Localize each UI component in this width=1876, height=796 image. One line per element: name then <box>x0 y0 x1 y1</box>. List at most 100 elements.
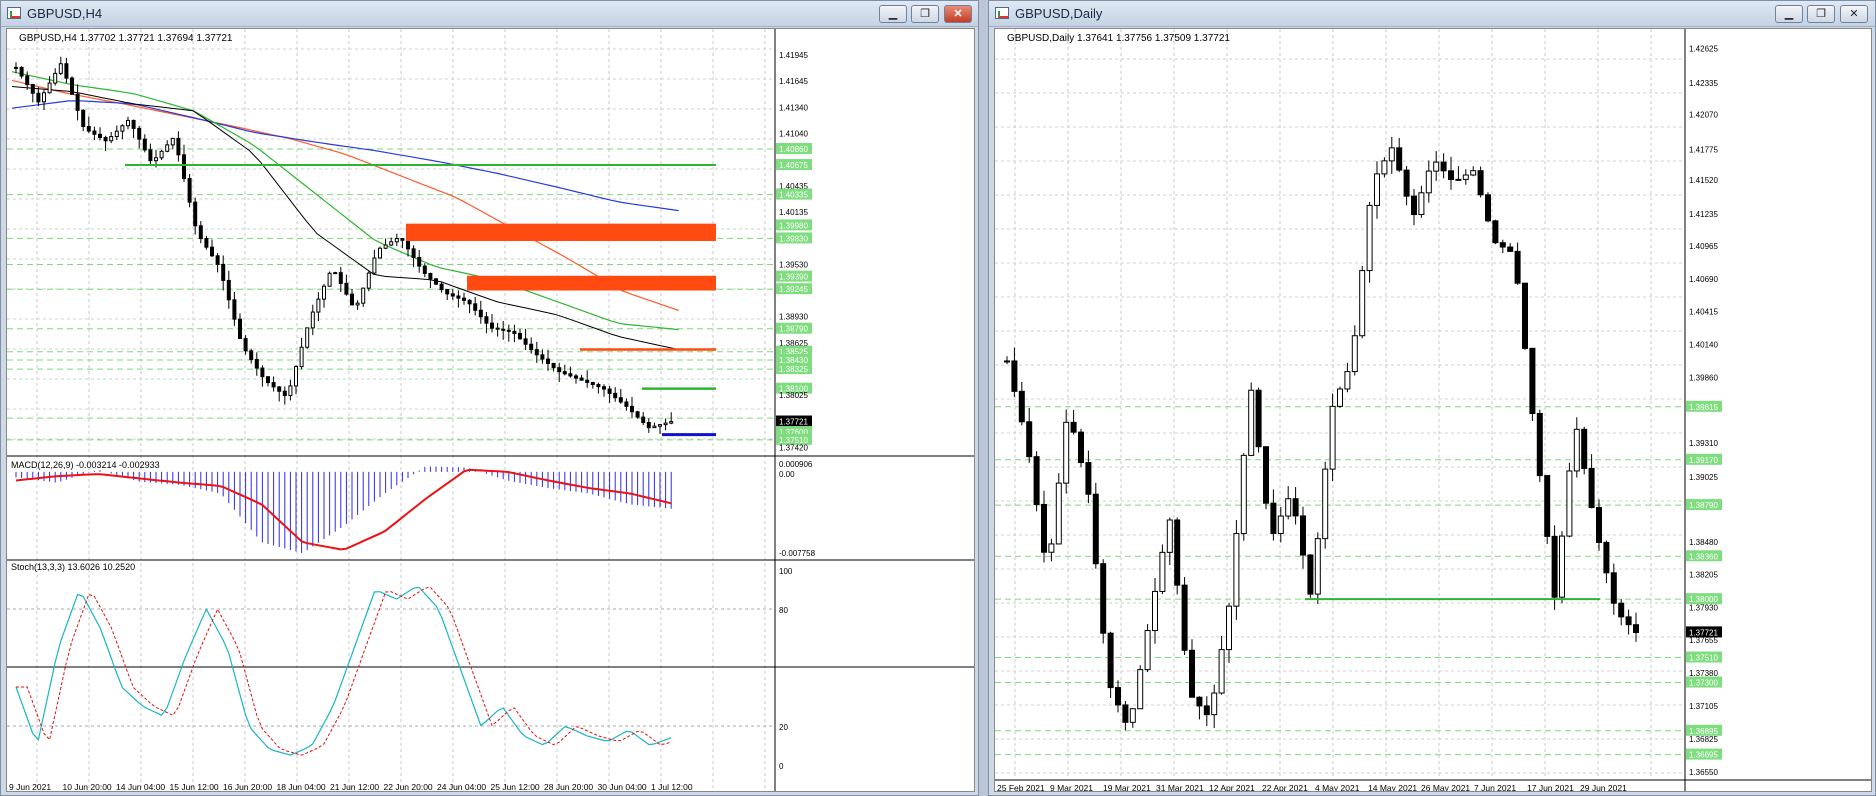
price-label: 1.42070 <box>1689 110 1718 119</box>
candle <box>142 138 147 151</box>
candle <box>467 299 472 305</box>
candle <box>282 390 287 397</box>
candle <box>58 63 63 74</box>
candle <box>148 149 153 162</box>
candle <box>355 302 360 306</box>
candle <box>344 282 349 295</box>
candle <box>154 157 158 162</box>
candle <box>1337 388 1343 407</box>
macd-axis-label: 0.00 <box>779 470 795 479</box>
candle <box>316 298 321 313</box>
candle <box>1536 412 1543 477</box>
close-button[interactable]: ✕ <box>944 5 972 23</box>
price-label: 1.37300 <box>1689 679 1718 688</box>
price-label: 1.36550 <box>1689 768 1718 777</box>
candle <box>1226 605 1232 651</box>
candle <box>14 66 18 69</box>
candle <box>1070 421 1077 433</box>
candle <box>1085 462 1092 495</box>
time-label: 26 May 2021 <box>1421 783 1470 792</box>
candle <box>1277 515 1284 534</box>
stoch-header: Stoch(13,3,3) 13.6026 10.2520 <box>11 562 135 572</box>
candle <box>1078 431 1084 464</box>
candle <box>1255 389 1262 448</box>
time-label: 14 Jun 04:00 <box>116 782 165 792</box>
candle <box>1470 170 1477 176</box>
candle <box>187 177 192 203</box>
price-label: 1.39245 <box>779 285 808 294</box>
restore-button[interactable]: ❐ <box>911 5 939 23</box>
candle <box>131 119 136 129</box>
restore-button[interactable]: ❐ <box>1807 5 1835 23</box>
candle <box>338 272 343 284</box>
candle <box>266 376 270 384</box>
time-label: 18 Jun 04:00 <box>277 782 326 792</box>
candle <box>1055 482 1062 545</box>
candle <box>1581 428 1588 469</box>
candle <box>400 238 405 241</box>
candle <box>462 297 466 301</box>
candle <box>1462 174 1469 180</box>
candle <box>70 77 74 95</box>
stoch-axis-label: 0 <box>779 762 784 771</box>
candle <box>109 136 114 142</box>
candle <box>271 382 276 388</box>
candle <box>389 241 394 246</box>
price-label: 1.42335 <box>1689 79 1718 88</box>
candle <box>1603 541 1610 574</box>
candle <box>327 272 332 287</box>
candle <box>1403 169 1410 197</box>
chart-window-icon <box>995 7 1009 19</box>
candle <box>1366 204 1373 272</box>
candle <box>579 377 584 381</box>
minimize-button[interactable]: ▁ <box>879 5 907 23</box>
candle <box>182 154 186 179</box>
candle <box>1492 220 1499 244</box>
time-label: 30 Jun 04:00 <box>598 782 647 792</box>
candle <box>585 379 590 383</box>
daily-chart-canvas[interactable]: GBPUSD,Daily 1.37641 1.37756 1.37509 1.3… <box>994 28 1872 792</box>
candle <box>47 82 52 94</box>
macd-header: MACD(12,26,9) -0.003214 -0.002933 <box>11 460 160 470</box>
price-label: 1.38790 <box>779 325 808 334</box>
price-label: 1.37655 <box>1689 636 1718 645</box>
candle <box>618 397 623 403</box>
candle <box>1633 624 1639 634</box>
price-label: 1.41040 <box>779 129 808 138</box>
candle <box>1026 421 1033 458</box>
candle <box>557 367 562 373</box>
candle <box>652 425 657 429</box>
candle <box>1033 456 1040 505</box>
close-button[interactable]: ✕ <box>1840 5 1868 23</box>
price-label: 1.41235 <box>1689 210 1718 219</box>
time-label: 28 Jun 20:00 <box>544 782 593 792</box>
candle <box>1122 704 1129 723</box>
candle <box>417 256 422 267</box>
time-label: 17 Jun 2021 <box>1527 783 1574 792</box>
h4-chart-canvas[interactable]: GBPUSD,H4 1.37702 1.37721 1.37694 1.3772… <box>6 28 975 792</box>
candle <box>1041 503 1047 553</box>
candle <box>1248 389 1255 456</box>
candle <box>1115 687 1121 706</box>
daily-chart-window: GBPUSD,Daily ▁ ❐ ✕ GBPUSD,Daily 1.37641 … <box>988 0 1876 796</box>
candle <box>260 367 265 378</box>
candle <box>663 422 668 426</box>
title-bar[interactable]: GBPUSD,H4 ▁ ❐ ✕ <box>1 1 978 27</box>
price-label: 1.39025 <box>1689 473 1718 482</box>
price-label: 1.39310 <box>1689 439 1718 448</box>
candle <box>1529 347 1536 414</box>
price-label: 1.38360 <box>1689 552 1718 561</box>
candle <box>1374 173 1380 206</box>
candle <box>1551 535 1558 598</box>
price-label: 1.38930 <box>779 313 808 322</box>
title-bar[interactable]: GBPUSD,Daily ▁ ❐ ✕ <box>989 1 1875 27</box>
candle <box>1485 194 1491 222</box>
candle <box>350 293 354 306</box>
price-label: 1.36825 <box>1689 735 1718 744</box>
candle <box>1610 572 1617 604</box>
candle <box>602 386 606 390</box>
price-label: 1.40415 <box>1689 308 1718 317</box>
price-label: 1.39615 <box>1689 403 1718 412</box>
minimize-button[interactable]: ▁ <box>1775 5 1803 23</box>
price-label: 1.40965 <box>1689 242 1718 251</box>
